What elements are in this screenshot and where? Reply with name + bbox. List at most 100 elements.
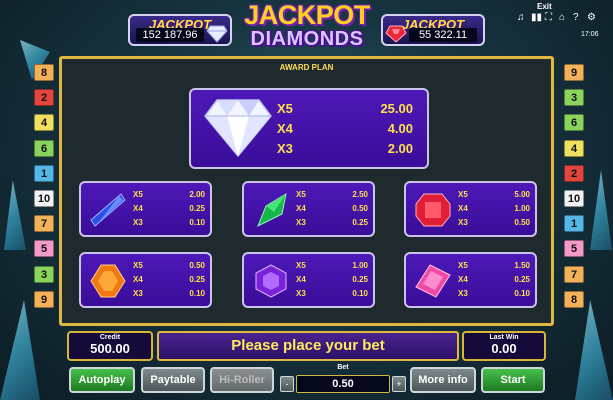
award-plan-board: AWARD PLAN X5 25.00 X4 4.00 X3 2.00 X5 2.00 … xyxy=(59,56,554,326)
award-plan-title: AWARD PLAN xyxy=(279,63,334,72)
more-info-button[interactable]: More info xyxy=(410,367,476,393)
pink-payouts: X5 1.50 X4 0.25 X3 0.10 xyxy=(458,259,530,301)
payout-row: X4 0.25 xyxy=(458,275,530,284)
bet-control: Bet - 0.50 + xyxy=(278,364,408,394)
payout-row: X4 0.25 xyxy=(133,275,205,284)
jackpot-left-value: 152 187.96 xyxy=(136,28,204,42)
payline-badge[interactable]: 1 xyxy=(34,164,54,182)
green-payouts: X5 2.50 X4 0.50 X3 0.25 xyxy=(296,188,368,230)
payout-row: X3 0.25 xyxy=(296,218,368,227)
payline-badge[interactable]: 7 xyxy=(564,265,584,283)
diamond-icon xyxy=(206,25,228,43)
paytable-orange-gem: X5 0.50 X4 0.25 X3 0.10 xyxy=(79,252,212,308)
settings-icon[interactable]: ⚙ xyxy=(587,12,596,23)
payout-row: X3 0.10 xyxy=(296,289,368,298)
orange-payouts: X5 0.50 X4 0.25 X3 0.10 xyxy=(133,259,205,301)
payout-row: X5 1.50 xyxy=(458,261,530,270)
red-payouts: X5 5.00 X4 1.00 X3 0.50 xyxy=(458,188,530,230)
payline-badge[interactable]: 1 xyxy=(564,215,584,233)
payout-row: X5 0.50 xyxy=(133,261,205,270)
credit-value: 500.00 xyxy=(90,341,130,356)
payout-row: X4 1.00 xyxy=(458,204,530,213)
payline-badge[interactable]: 3 xyxy=(34,265,54,283)
jackpot-right-value: 55 322.11 xyxy=(409,28,477,42)
last-win-label: Last Win xyxy=(489,334,519,341)
system-controls: ♫ ▮▮ Exit ⛶ ⌂ ? ⚙ 17:06 xyxy=(515,2,607,42)
bet-decrease-button[interactable]: - xyxy=(280,376,294,392)
credit-display: Credit 500.00 xyxy=(67,331,153,361)
payline-badge[interactable]: 5 xyxy=(34,240,54,258)
paylines-right: 9 3 6 4 2 10 1 5 7 8 xyxy=(564,64,584,316)
help-icon[interactable]: ? xyxy=(573,12,579,23)
sapphire-icon xyxy=(90,193,126,227)
payout-row: X5 5.00 xyxy=(458,190,530,199)
payout-row: X3 2.00 xyxy=(277,141,413,156)
status-message: Please place your bet xyxy=(157,331,459,361)
home-icon[interactable]: ⌂ xyxy=(559,12,565,23)
paytable-pink-gem: X5 1.50 X4 0.25 X3 0.10 xyxy=(404,252,537,308)
payline-badge[interactable]: 10 xyxy=(564,189,584,207)
clock: 17:06 xyxy=(581,31,599,38)
payout-row: X3 0.10 xyxy=(133,289,205,298)
diamond-icon xyxy=(204,99,272,158)
payout-row: X4 0.25 xyxy=(296,275,368,284)
bet-increase-button[interactable]: + xyxy=(392,376,406,392)
crystal-decoration xyxy=(4,180,26,250)
payline-badge[interactable]: 6 xyxy=(564,114,584,132)
payout-row: X5 2.50 xyxy=(296,190,368,199)
crystal-decoration xyxy=(590,170,612,250)
payline-badge[interactable]: 10 xyxy=(34,189,54,207)
bet-value: 0.50 xyxy=(296,375,390,393)
payline-badge[interactable]: 4 xyxy=(34,114,54,132)
payout-row: X4 4.00 xyxy=(277,121,413,136)
logo-diamonds-text: DIAMONDS xyxy=(250,28,364,50)
paytable-purple-gem: X5 1.00 X4 0.25 X3 0.10 xyxy=(242,252,375,308)
payline-badge[interactable]: 3 xyxy=(564,89,584,107)
payline-badge[interactable]: 9 xyxy=(34,290,54,308)
payout-row: X3 0.50 xyxy=(458,218,530,227)
payline-badge[interactable]: 8 xyxy=(564,290,584,308)
bet-label: Bet xyxy=(337,364,349,371)
paytable-button[interactable]: Paytable xyxy=(141,367,205,393)
purple-payouts: X5 1.00 X4 0.25 X3 0.10 xyxy=(296,259,368,301)
payout-row: X4 0.50 xyxy=(296,204,368,213)
payline-badge[interactable]: 8 xyxy=(34,64,54,81)
exit-label[interactable]: Exit xyxy=(537,2,552,11)
payline-badge[interactable]: 4 xyxy=(564,139,584,157)
ruby-icon xyxy=(385,25,407,43)
paylines-left: 8 2 4 6 1 10 7 5 3 9 xyxy=(34,64,54,316)
amethyst-icon xyxy=(255,264,287,298)
payout-row: X5 1.00 xyxy=(296,261,368,270)
logo-jackpot-text: JACKPOT xyxy=(244,0,370,30)
payline-badge[interactable]: 9 xyxy=(564,64,584,81)
payline-badge[interactable]: 5 xyxy=(564,240,584,258)
paytable-green-gem: X5 2.50 X4 0.50 X3 0.25 xyxy=(242,181,375,237)
game-logo: JACKPOT DIAMONDS xyxy=(236,2,378,50)
hi-roller-button[interactable]: Hi-Roller xyxy=(210,367,274,393)
topaz-icon xyxy=(90,264,126,298)
payout-row: X4 0.25 xyxy=(133,204,205,213)
autoplay-button[interactable]: Autoplay xyxy=(69,367,135,393)
start-button[interactable]: Start xyxy=(481,367,545,393)
jackpot-right-panel: JACKPOT 55 322.11 xyxy=(381,14,485,46)
jackpot-left-panel: JACKPOT 152 187.96 xyxy=(128,14,232,46)
payout-row: X3 0.10 xyxy=(458,289,530,298)
payline-badge[interactable]: 2 xyxy=(564,164,584,182)
credit-label: Credit xyxy=(99,334,121,341)
last-win-display: Last Win 0.00 xyxy=(462,331,546,361)
paytable-blue-gem: X5 2.00 X4 0.25 X3 0.10 xyxy=(79,181,212,237)
payline-badge[interactable]: 7 xyxy=(34,215,54,233)
paytable-diamond: X5 25.00 X4 4.00 X3 2.00 xyxy=(189,88,429,169)
payout-row: X5 2.00 xyxy=(133,190,205,199)
payline-badge[interactable]: 2 xyxy=(34,89,54,107)
last-win-value: 0.00 xyxy=(491,341,517,356)
music-icon[interactable]: ♫ xyxy=(517,12,525,23)
blue-payouts: X5 2.00 X4 0.25 X3 0.10 xyxy=(133,188,205,230)
diamond-payouts: X5 25.00 X4 4.00 X3 2.00 xyxy=(277,99,413,159)
sound-bars-icon[interactable]: ▮▮ xyxy=(531,12,542,23)
pink-gem-icon xyxy=(415,264,451,298)
fullscreen-icon[interactable]: ⛶ xyxy=(545,12,552,23)
ruby-icon xyxy=(415,193,451,227)
payline-badge[interactable]: 6 xyxy=(34,139,54,157)
paytable-red-gem: X5 5.00 X4 1.00 X3 0.50 xyxy=(404,181,537,237)
